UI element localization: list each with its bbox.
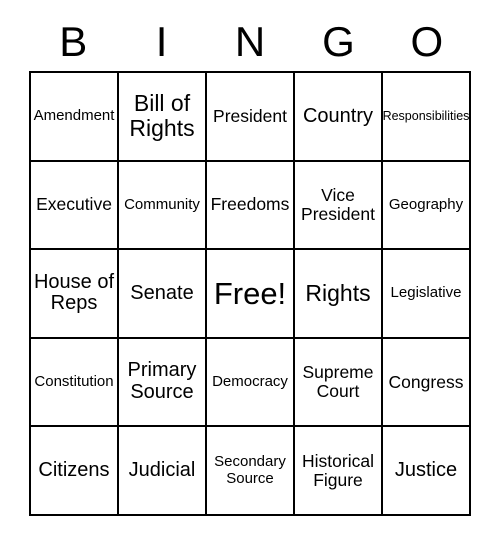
bingo-cell[interactable]: Supreme Court	[295, 338, 383, 428]
bingo-cell[interactable]: Bill of Rights	[119, 73, 207, 162]
bingo-card: B I N G O Amendment Bill of Rights Presi…	[29, 12, 471, 516]
bingo-cell-free[interactable]: Free!	[207, 250, 295, 339]
bingo-row: Constitution Primary Source Democracy Su…	[31, 338, 471, 428]
bingo-cell[interactable]: Legislative	[383, 250, 471, 339]
header-letter-o: O	[410, 17, 444, 65]
bingo-cell[interactable]: Responsibilities	[383, 73, 471, 162]
header-letter-b: B	[59, 17, 88, 65]
bingo-cell[interactable]: Amendment	[31, 73, 119, 162]
bingo-cell[interactable]: Geography	[383, 161, 471, 251]
bingo-cell[interactable]: President	[207, 73, 295, 162]
bingo-cell[interactable]: Secondary Source	[207, 427, 295, 516]
bingo-cell[interactable]: Judicial	[119, 427, 207, 516]
bingo-cell[interactable]: Justice	[383, 427, 471, 516]
header-letter-i: I	[155, 17, 168, 65]
bingo-row: Amendment Bill of Rights President Count…	[31, 73, 471, 162]
header-letter-n: N	[234, 17, 266, 65]
bingo-row: Executive Community Freedoms Vice Presid…	[31, 161, 471, 251]
bingo-row: Citizens Judicial Secondary Source Histo…	[31, 427, 471, 516]
bingo-cell[interactable]: Community	[119, 161, 207, 251]
bingo-cell[interactable]: House of Reps	[31, 250, 119, 339]
bingo-cell[interactable]: Freedoms	[207, 161, 295, 251]
bingo-cell[interactable]: Senate	[119, 250, 207, 339]
bingo-cell[interactable]: Rights	[295, 250, 383, 339]
bingo-cell[interactable]: Historical Figure	[295, 427, 383, 516]
bingo-cell[interactable]: Primary Source	[119, 338, 207, 428]
bingo-row: House of Reps Senate Free! Rights Legisl…	[31, 250, 471, 339]
bingo-header: B I N G O	[29, 12, 471, 71]
bingo-cell[interactable]: Vice President	[295, 161, 383, 251]
header-letter-g: G	[322, 17, 355, 65]
bingo-cell[interactable]: Citizens	[31, 427, 119, 516]
bingo-grid: Amendment Bill of Rights President Count…	[29, 71, 471, 516]
bingo-cell[interactable]: Executive	[31, 161, 119, 251]
bingo-cell[interactable]: Constitution	[31, 338, 119, 428]
bingo-cell[interactable]: Country	[295, 73, 383, 162]
bingo-cell[interactable]: Congress	[383, 338, 471, 428]
bingo-cell[interactable]: Democracy	[207, 338, 295, 428]
